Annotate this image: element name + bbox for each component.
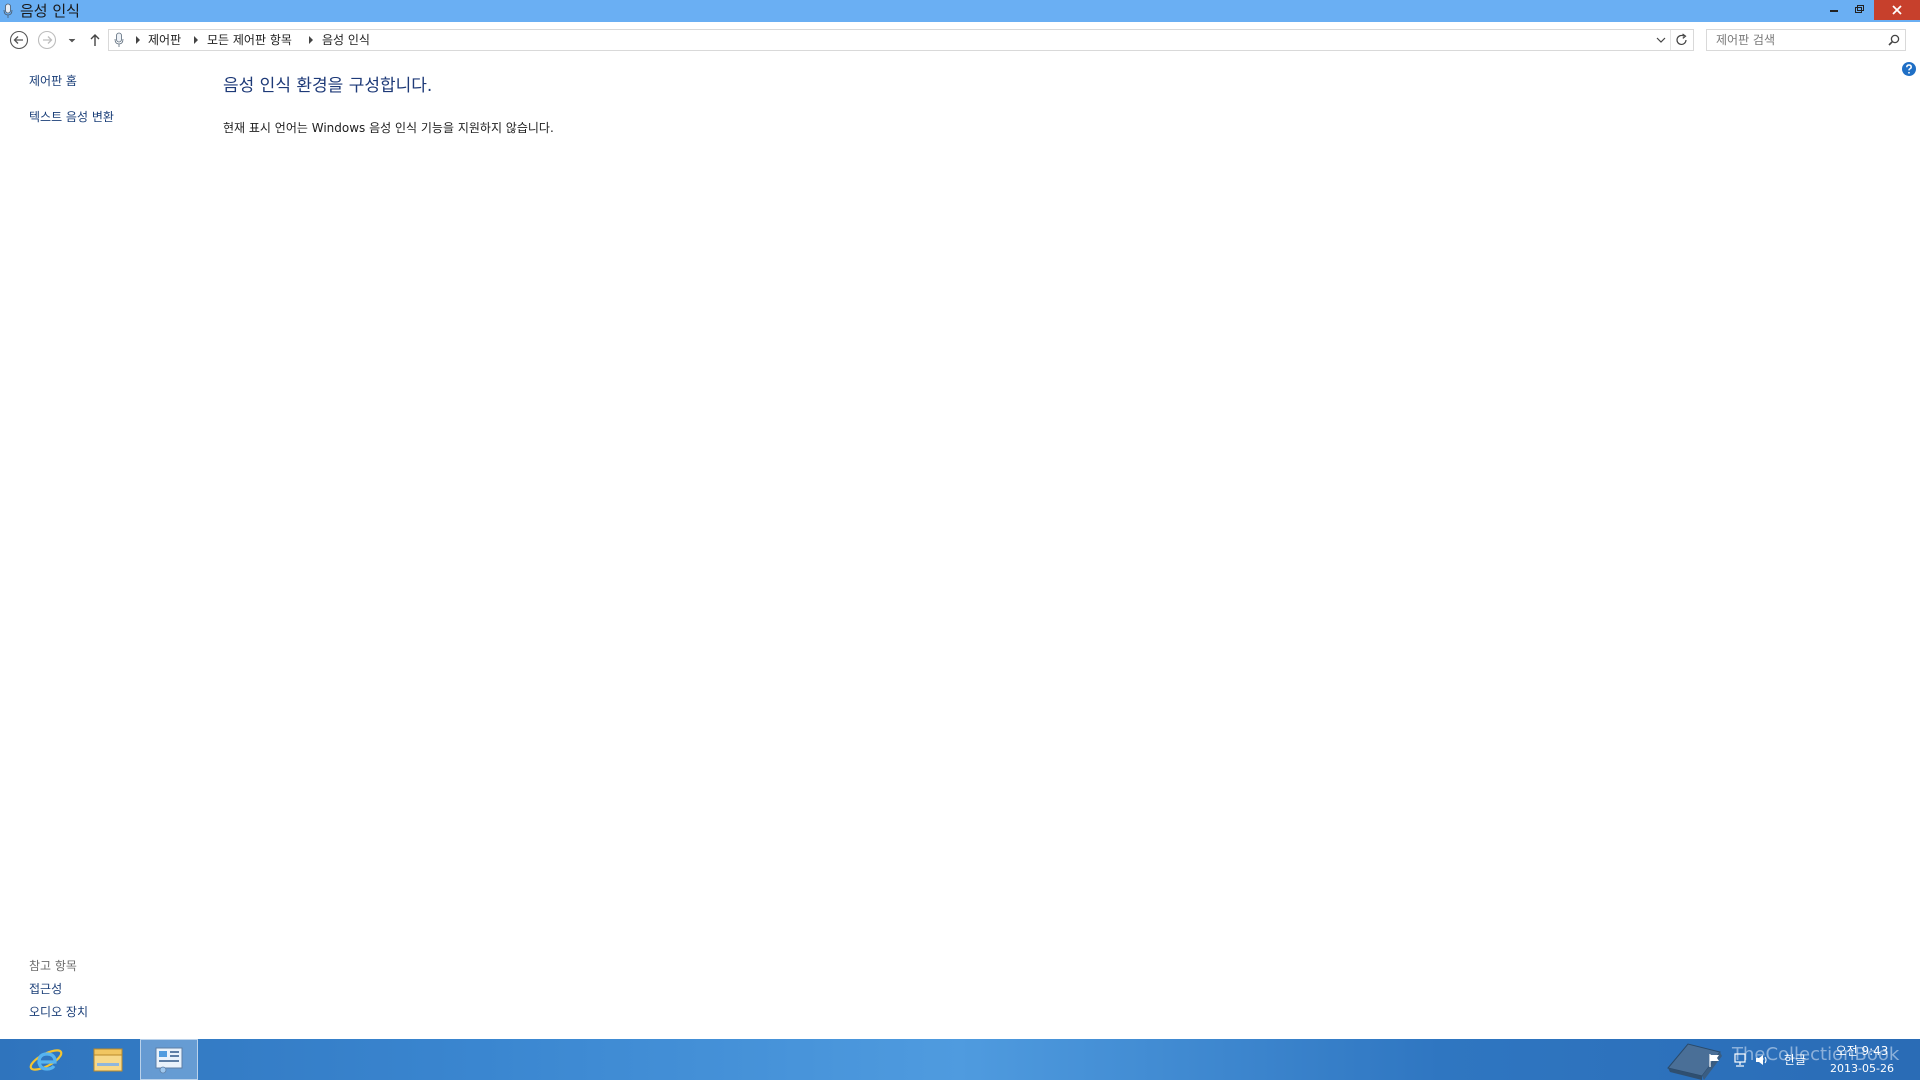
search-icon[interactable] xyxy=(1887,33,1901,47)
close-icon xyxy=(1892,5,1902,15)
chevron-right-icon[interactable] xyxy=(193,36,199,44)
close-button[interactable] xyxy=(1874,0,1920,20)
breadcrumb-control-panel[interactable]: 제어판 xyxy=(148,32,181,48)
forward-arrow-icon[interactable] xyxy=(36,29,58,51)
title-bar: 음성 인식 xyxy=(0,0,1920,22)
flag-icon[interactable] xyxy=(1706,1052,1722,1068)
page-heading: 음성 인식 환경을 구성합니다. xyxy=(223,76,433,96)
audio-devices-link[interactable]: 오디오 장치 xyxy=(29,1004,88,1020)
chevron-down-icon[interactable] xyxy=(1653,33,1669,47)
help-icon[interactable] xyxy=(1902,62,1916,76)
control-panel-icon xyxy=(155,1047,183,1074)
restore-icon xyxy=(1855,5,1864,13)
window-title: 음성 인식 xyxy=(20,2,80,20)
taskbar xyxy=(0,1039,1920,1080)
text-to-speech-link[interactable]: 텍스트 음성 변환 xyxy=(29,109,114,125)
control-panel-home-link[interactable]: 제어판 홈 xyxy=(29,73,77,89)
refresh-icon[interactable] xyxy=(1672,31,1692,49)
clock-date[interactable]: 2013-05-26 xyxy=(1822,1062,1902,1076)
minimize-icon xyxy=(1830,10,1838,12)
up-arrow-icon[interactable] xyxy=(84,29,106,51)
accessibility-link[interactable]: 접근성 xyxy=(29,981,62,997)
taskbar-file-explorer[interactable] xyxy=(84,1039,132,1080)
restore-button[interactable] xyxy=(1845,0,1873,20)
clock-time[interactable]: 오전 9:43 xyxy=(1832,1044,1892,1059)
chevron-down-icon[interactable] xyxy=(64,29,80,51)
book-watermark-icon xyxy=(1667,1043,1722,1080)
chevron-right-icon[interactable] xyxy=(135,36,141,44)
folder-icon xyxy=(93,1048,123,1072)
unsupported-language-message: 현재 표시 언어는 Windows 음성 인식 기능을 지원하지 않습니다. xyxy=(223,121,554,135)
network-icon[interactable] xyxy=(1732,1052,1748,1068)
search-box[interactable] xyxy=(1706,29,1906,51)
microphone-icon xyxy=(3,3,13,18)
microphone-icon xyxy=(114,32,124,47)
search-input[interactable] xyxy=(1707,30,1886,50)
see-also-heading: 참고 항목 xyxy=(29,959,77,973)
ime-indicator[interactable]: 한글 xyxy=(1784,1052,1806,1068)
volume-icon[interactable] xyxy=(1754,1052,1770,1068)
navigation-bar: 제어판 모든 제어판 항목 음성 인식 xyxy=(0,22,1920,58)
taskbar-internet-explorer[interactable] xyxy=(22,1039,70,1080)
minimize-button[interactable] xyxy=(1820,0,1848,20)
taskbar-control-panel[interactable] xyxy=(140,1039,198,1080)
address-bar[interactable]: 제어판 모든 제어판 항목 음성 인식 xyxy=(108,29,1694,51)
breadcrumb-speech-recognition[interactable]: 음성 인식 xyxy=(322,32,370,48)
internet-explorer-icon xyxy=(29,1049,63,1071)
chevron-right-icon[interactable] xyxy=(308,36,314,44)
breadcrumb-all-items[interactable]: 모든 제어판 항목 xyxy=(207,32,292,48)
back-arrow-icon[interactable] xyxy=(8,29,30,51)
divider xyxy=(1670,30,1671,50)
